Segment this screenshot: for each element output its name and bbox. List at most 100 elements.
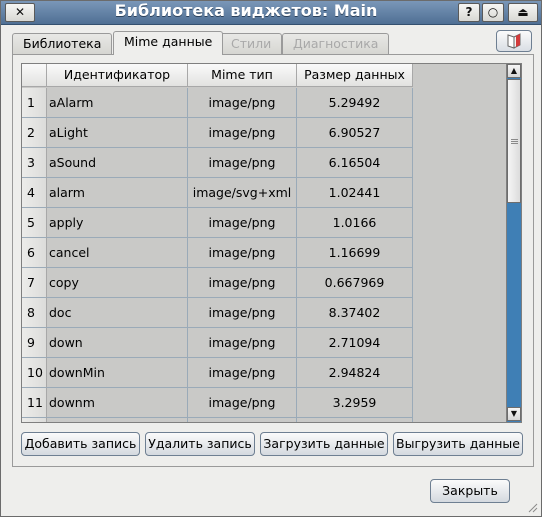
scroll-up-icon[interactable]: ▲ <box>507 64 521 78</box>
row-filler <box>413 358 506 388</box>
column-header-mime[interactable]: Mime тип <box>188 64 297 87</box>
cell-mime-type[interactable] <box>188 418 297 422</box>
cell-identifier[interactable] <box>47 418 188 422</box>
table-row[interactable]: 2 aLight image/png 6.90527 <box>22 118 506 148</box>
row-filler <box>413 208 506 238</box>
cell-data-size[interactable]: 6.16504 <box>297 148 413 178</box>
cell-mime-type[interactable]: image/svg+xml <box>188 178 297 208</box>
row-filler <box>413 118 506 148</box>
cell-data-size[interactable]: 8.37402 <box>297 298 413 328</box>
cell-data-size[interactable]: 1.02441 <box>297 178 413 208</box>
table-row[interactable]: 6 cancel image/png 1.16699 <box>22 238 506 268</box>
cell-mime-type[interactable]: image/png <box>188 208 297 238</box>
table-row[interactable]: 7 copy image/png 0.667969 <box>22 268 506 298</box>
row-filler <box>413 298 506 328</box>
scrollbar-thumb[interactable] <box>507 79 521 203</box>
load-data-button[interactable]: Загрузить данные <box>260 432 388 456</box>
cell-identifier[interactable]: copy <box>47 268 188 298</box>
row-filler <box>413 238 506 268</box>
close-button[interactable]: Закрыть <box>430 479 510 503</box>
column-header-size[interactable]: Размер данных <box>297 64 413 87</box>
row-filler <box>413 88 506 118</box>
table-row[interactable]: 9 down image/png 2.71094 <box>22 328 506 358</box>
row-number[interactable]: 10 <box>22 358 47 388</box>
window: ✕ Библиотека виджетов: Main ? ○ ⏏ Библио… <box>0 0 542 517</box>
delete-record-button[interactable]: Удалить запись <box>145 432 255 456</box>
row-filler <box>413 418 506 422</box>
scroll-down-icon[interactable]: ▼ <box>507 407 521 421</box>
maximize-button[interactable]: ⏏ <box>508 3 538 22</box>
cell-identifier[interactable]: aLight <box>47 118 188 148</box>
row-number[interactable]: 3 <box>22 148 47 178</box>
library-corner-button[interactable] <box>496 30 532 52</box>
row-number[interactable]: 8 <box>22 298 47 328</box>
add-record-button[interactable]: Добавить запись <box>21 432 140 456</box>
tab-styles[interactable]: Стили <box>220 33 283 54</box>
cell-identifier[interactable]: downm <box>47 388 188 418</box>
cell-mime-type[interactable]: image/png <box>188 148 297 178</box>
cell-identifier[interactable]: aAlarm <box>47 88 188 118</box>
cell-identifier[interactable]: downMin <box>47 358 188 388</box>
row-filler <box>413 388 506 418</box>
cell-identifier[interactable]: doc <box>47 298 188 328</box>
cell-data-size[interactable]: 2.71094 <box>297 328 413 358</box>
cell-data-size[interactable] <box>297 418 413 422</box>
row-number[interactable]: 11 <box>22 388 47 418</box>
table-row[interactable] <box>22 418 506 422</box>
row-number[interactable] <box>22 418 47 422</box>
book-icon <box>507 33 521 49</box>
tab-diagnostics[interactable]: Диагностика <box>282 33 390 54</box>
row-number[interactable]: 7 <box>22 268 47 298</box>
table-row[interactable]: 11 downm image/png 3.2959 <box>22 388 506 418</box>
cell-identifier[interactable]: apply <box>47 208 188 238</box>
vertical-scrollbar[interactable]: ▲ ▼ <box>506 64 521 422</box>
tab-mime-data[interactable]: Mime данные <box>113 31 224 55</box>
row-number[interactable]: 2 <box>22 118 47 148</box>
mime-data-table[interactable]: Идентификатор Mime тип Размер данных 1 aA… <box>21 63 522 423</box>
cell-mime-type[interactable]: image/png <box>188 388 297 418</box>
row-filler <box>413 178 506 208</box>
cell-mime-type[interactable]: image/png <box>188 238 297 268</box>
table-row[interactable]: 4 alarm image/svg+xml 1.02441 <box>22 178 506 208</box>
resize-grip-icon[interactable] <box>526 501 538 513</box>
cell-mime-type[interactable]: image/png <box>188 328 297 358</box>
cell-identifier[interactable]: cancel <box>47 238 188 268</box>
row-number[interactable]: 1 <box>22 88 47 118</box>
cell-mime-type[interactable]: image/png <box>188 88 297 118</box>
close-window-button[interactable]: ✕ <box>5 3 35 22</box>
cell-identifier[interactable]: down <box>47 328 188 358</box>
cell-data-size[interactable]: 0.667969 <box>297 268 413 298</box>
title-bar[interactable]: ✕ Библиотека виджетов: Main ? ○ ⏏ <box>1 1 541 25</box>
row-number[interactable]: 9 <box>22 328 47 358</box>
table-row[interactable]: 8 doc image/png 8.37402 <box>22 298 506 328</box>
row-filler <box>413 268 506 298</box>
column-header-id[interactable]: Идентификатор <box>47 64 188 87</box>
table-row[interactable]: 3 aSound image/png 6.16504 <box>22 148 506 178</box>
table-row[interactable]: 1 aAlarm image/png 5.29492 <box>22 88 506 118</box>
tab-library[interactable]: Библиотека <box>12 33 113 54</box>
row-number-header <box>22 64 47 87</box>
row-number[interactable]: 6 <box>22 238 47 268</box>
cell-data-size[interactable]: 1.0166 <box>297 208 413 238</box>
row-filler <box>413 328 506 358</box>
table-row[interactable]: 10 downMin image/png 2.94824 <box>22 358 506 388</box>
unload-data-button[interactable]: Выгрузить данные <box>393 432 523 456</box>
cell-data-size[interactable]: 2.94824 <box>297 358 413 388</box>
table-row[interactable]: 5 apply image/png 1.0166 <box>22 208 506 238</box>
cell-data-size[interactable]: 5.29492 <box>297 88 413 118</box>
cell-mime-type[interactable]: image/png <box>188 358 297 388</box>
row-number[interactable]: 4 <box>22 178 47 208</box>
cell-data-size[interactable]: 6.90527 <box>297 118 413 148</box>
cell-identifier[interactable]: aSound <box>47 148 188 178</box>
cell-mime-type[interactable]: image/png <box>188 118 297 148</box>
minimize-button[interactable]: ○ <box>482 3 504 22</box>
cell-data-size[interactable]: 3.2959 <box>297 388 413 418</box>
cell-data-size[interactable]: 1.16699 <box>297 238 413 268</box>
help-button[interactable]: ? <box>458 3 480 22</box>
cell-mime-type[interactable]: image/png <box>188 268 297 298</box>
header-filler <box>413 64 506 87</box>
cell-mime-type[interactable]: image/png <box>188 298 297 328</box>
cell-identifier[interactable]: alarm <box>47 178 188 208</box>
row-number[interactable]: 5 <box>22 208 47 238</box>
window-title: Библиотека виджетов: Main <box>114 1 378 20</box>
